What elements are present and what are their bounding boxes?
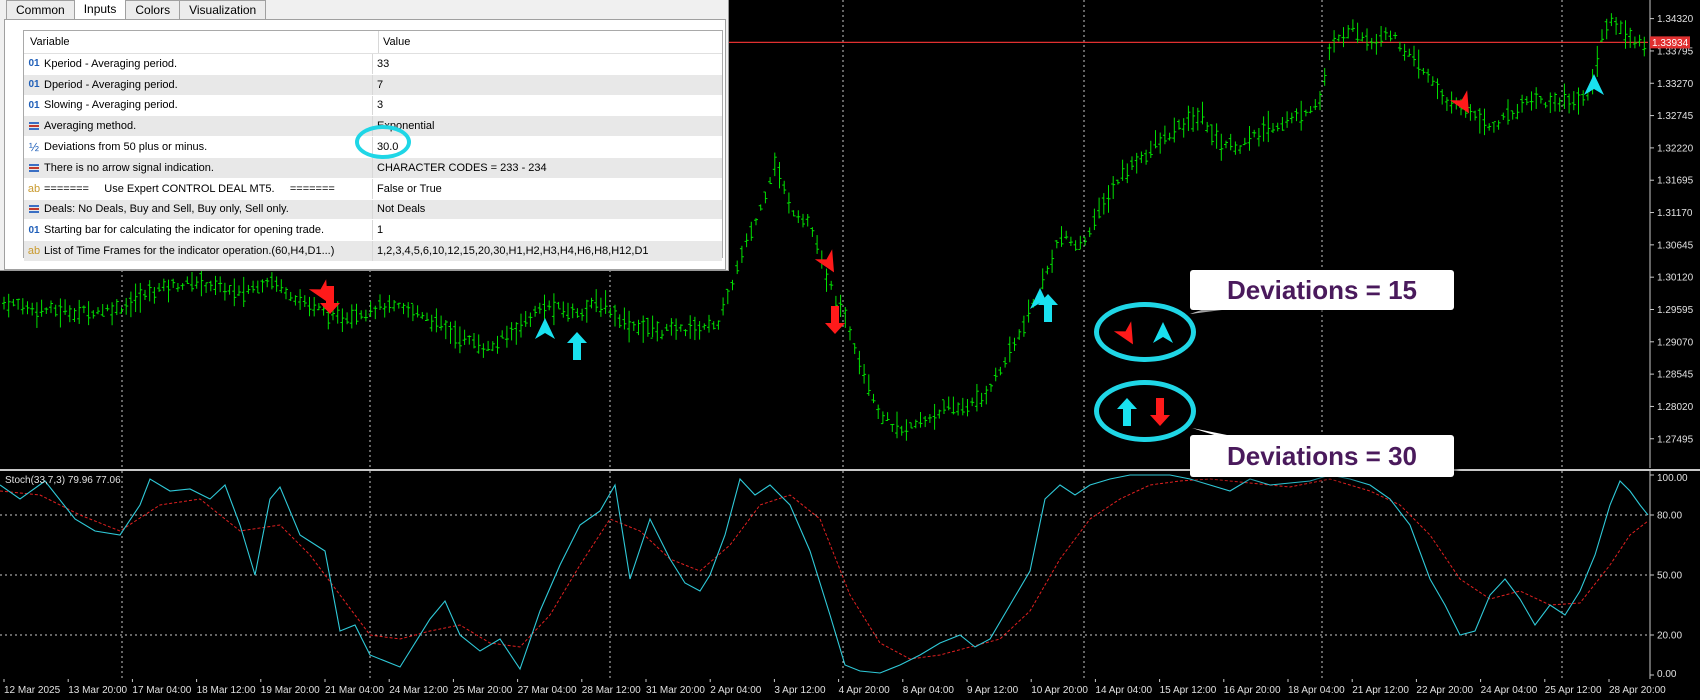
enum-icon: [24, 163, 44, 172]
time-tick-label: 18 Apr 04:00: [1288, 685, 1345, 696]
tab-inputs[interactable]: Inputs: [73, 0, 127, 21]
variable-name: Deals: No Deals, Buy and Sell, Buy only,…: [44, 203, 289, 216]
time-tick-label: 21 Mar 04:00: [325, 685, 384, 696]
sample-down-arrow-icon: [1150, 398, 1170, 426]
variable-name: Averaging method.: [44, 120, 137, 133]
number-icon: 01: [28, 99, 40, 111]
variable-value[interactable]: 1,2,3,4,5,6,10,12,15,20,30,H1,H2,H3,H4,H…: [377, 245, 649, 257]
time-tick-label: 12 Mar 2025: [4, 685, 61, 696]
sample-sell-arrow-icon: [1113, 321, 1133, 345]
variable-name: Starting bar for calculating the indicat…: [44, 224, 325, 237]
variable-name: Slowing - Averaging period.: [44, 99, 178, 112]
variable-name: ======= Use Expert CONTROL DEAL MT5. ===…: [44, 182, 335, 195]
table-header: Variable Value: [24, 31, 722, 54]
time-tick-label: 28 Apr 20:00: [1609, 685, 1666, 696]
variable-value[interactable]: 33: [377, 58, 389, 70]
table-row[interactable]: ab ======= Use Expert CONTROL DEAL MT5. =…: [24, 178, 722, 200]
stochastic-panel[interactable]: Stoch(33,7,3) 79.96 77.06 100.00 80.00 50.…: [0, 471, 1700, 679]
stochastic-level-label: 100.00: [1657, 473, 1688, 484]
stochastic-level-label: 50.00: [1657, 571, 1682, 582]
table-row[interactable]: 01 Starting bar for calculating the indic…: [24, 220, 722, 242]
time-tick-label: 27 Mar 04:00: [518, 685, 577, 696]
variable-name: Deviations from 50 plus or minus.: [44, 141, 208, 154]
time-tick-label: 17 Mar 04:00: [132, 685, 191, 696]
time-tick-label: 13 Mar 20:00: [68, 685, 127, 696]
tab-colors[interactable]: Colors: [125, 0, 181, 20]
tab-visualization[interactable]: Visualization: [179, 0, 267, 20]
text-icon: ab: [27, 182, 41, 195]
table-row[interactable]: 01 Kperiod - Averaging period. 33: [24, 54, 722, 75]
time-tick-label: 18 Mar 12:00: [197, 685, 256, 696]
number-icon: 01: [28, 58, 40, 70]
table-row[interactable]: 01 Slowing - Averaging period. 3: [24, 95, 722, 117]
time-tick-label: 3 Apr 12:00: [774, 685, 826, 696]
time-tick-label: 25 Apr 12:00: [1545, 685, 1602, 696]
stochastic-label: Stoch(33,7,3) 79.96 77.06: [5, 475, 121, 486]
table-row[interactable]: ab List of Time Frames for the indicator …: [24, 241, 722, 262]
table-row[interactable]: There is no arrow signal indication. CHAR…: [24, 157, 722, 179]
stochastic-main-line: [0, 474, 1649, 674]
time-tick-label: 4 Apr 20:00: [839, 685, 891, 696]
time-tick-label: 24 Mar 12:00: [389, 685, 448, 696]
number-icon: 01: [28, 224, 40, 236]
variable-name: Dperiod - Averaging period.: [44, 78, 178, 91]
variable-value[interactable]: Not Deals: [377, 203, 425, 215]
enum-icon: [24, 122, 44, 131]
variable-value[interactable]: 1: [377, 224, 383, 236]
time-tick-label: 2 Apr 04:00: [710, 685, 762, 696]
time-tick-label: 21 Apr 12:00: [1352, 685, 1409, 696]
stochastic-level-label: 80.00: [1657, 511, 1682, 522]
variable-value[interactable]: 7: [377, 79, 383, 91]
time-tick-label: 8 Apr 04:00: [903, 685, 955, 696]
time-tick-label: 16 Apr 20:00: [1224, 685, 1281, 696]
fraction-icon: ½: [28, 140, 39, 155]
time-axis: 12 Mar 2025 13 Mar 20:00 17 Mar 04:00 18 Ma…: [3, 679, 1666, 696]
dialog-tabs: Common Inputs Colors Visualization: [6, 0, 267, 21]
stochastic-level-label: 20.00: [1657, 631, 1682, 642]
column-header-value[interactable]: Value: [383, 36, 410, 48]
variable-name: List of Time Frames for the indicator op…: [44, 245, 335, 258]
tab-common[interactable]: Common: [6, 0, 75, 20]
time-tick-label: 9 Apr 12:00: [967, 685, 1019, 696]
stochastic-signal-line: [0, 478, 1649, 660]
sample-up-arrow-icon: [1117, 398, 1137, 426]
table-row[interactable]: Deals: No Deals, Buy and Sell, Buy only,…: [24, 199, 722, 221]
variable-name: Kperiod - Averaging period.: [44, 57, 178, 70]
number-icon: 01: [28, 79, 40, 91]
time-tick-label: 24 Apr 04:00: [1481, 685, 1538, 696]
table-row[interactable]: 01 Dperiod - Averaging period. 7: [24, 74, 722, 96]
variable-value[interactable]: 3: [377, 99, 383, 111]
time-tick-label: 10 Apr 20:00: [1031, 685, 1088, 696]
time-tick-label: 31 Mar 20:00: [646, 685, 705, 696]
variable-value[interactable]: False or True: [377, 183, 442, 195]
time-tick-label: 25 Mar 20:00: [453, 685, 512, 696]
highlight-ring-deviation-value: [355, 125, 411, 159]
variable-name: There is no arrow signal indication.: [44, 161, 214, 174]
time-tick-label: 22 Apr 20:00: [1416, 685, 1473, 696]
enum-icon: [24, 205, 44, 214]
text-icon: ab: [27, 245, 41, 258]
stochastic-level-label: 0.00: [1657, 669, 1677, 679]
sample-buy-arrow-icon: [1153, 322, 1173, 343]
variable-value[interactable]: CHARACTER CODES = 233 - 234: [377, 162, 547, 174]
column-header-variable[interactable]: Variable: [30, 36, 70, 48]
stochastic-scale: 100.00 80.00 50.00 20.00 0.00: [1650, 473, 1688, 679]
time-tick-label: 15 Apr 12:00: [1160, 685, 1217, 696]
time-tick-label: 14 Apr 04:00: [1095, 685, 1152, 696]
stochastic-grid: [0, 471, 1651, 679]
time-tick-label: 19 Mar 20:00: [261, 685, 320, 696]
time-tick-label: 28 Mar 12:00: [582, 685, 641, 696]
